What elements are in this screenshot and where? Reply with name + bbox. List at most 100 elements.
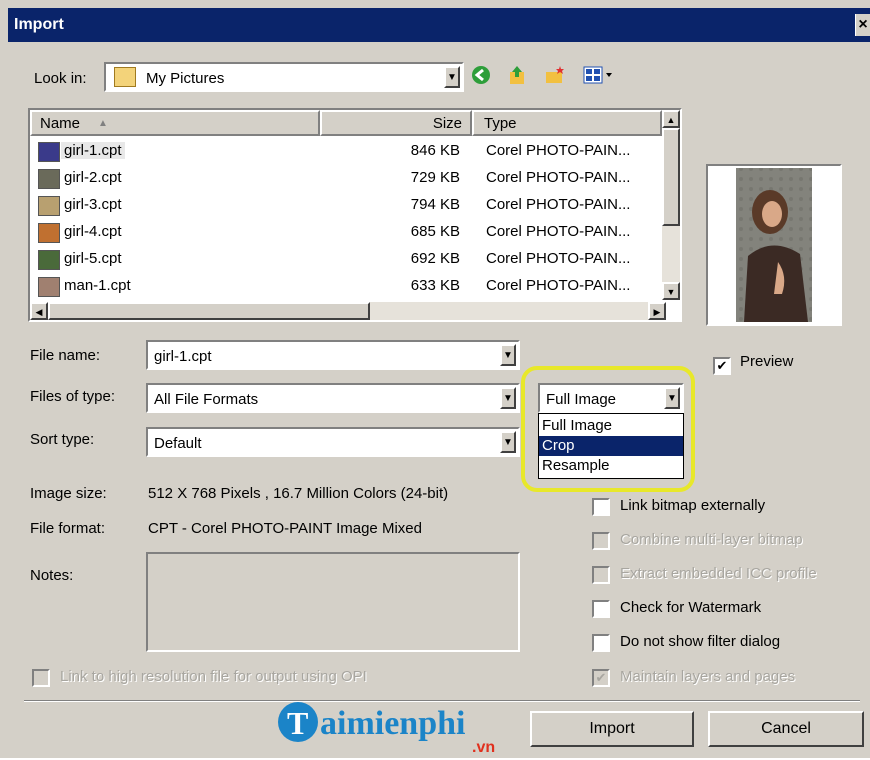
watermark-logo-tld: .vn bbox=[472, 739, 495, 756]
file-type-cell: Corel PHOTO-PAIN... bbox=[486, 169, 631, 186]
file-row-girl-3[interactable]: girl-3.cpt 794 KB Corel PHOTO-PAIN... bbox=[30, 192, 660, 219]
file-size-cell: 846 KB bbox=[410, 142, 460, 159]
combine-layers-label: Combine multi-layer bitmap bbox=[620, 531, 803, 548]
import-button[interactable]: Import bbox=[530, 711, 694, 747]
image-file-icon bbox=[38, 250, 60, 270]
image-size-label: Image size: bbox=[30, 485, 107, 502]
file-type-cell: Corel PHOTO-PAIN... bbox=[486, 142, 631, 159]
file-name-cell: girl-5.cpt bbox=[64, 250, 122, 267]
check-watermark-checkbox[interactable] bbox=[592, 600, 610, 618]
vertical-scrollbar[interactable]: ▲ ▼ bbox=[662, 110, 680, 300]
scroll-right-arrow[interactable]: ▶ bbox=[648, 302, 666, 320]
column-header-name[interactable]: Name ▲ bbox=[30, 110, 320, 136]
look-in-dropdown[interactable]: My Pictures ▼ bbox=[104, 62, 464, 92]
dialog-title: Import bbox=[14, 16, 64, 33]
file-row-girl-4[interactable]: girl-4.cpt 685 KB Corel PHOTO-PAIN... bbox=[30, 219, 660, 246]
look-in-dropdown-arrow[interactable]: ▼ bbox=[444, 66, 460, 88]
file-size-cell: 633 KB bbox=[410, 277, 460, 294]
cancel-button[interactable]: Cancel bbox=[708, 711, 864, 747]
preview-label: Preview bbox=[740, 353, 794, 370]
new-folder-icon[interactable] bbox=[544, 64, 566, 86]
import-mode-dropdown-arrow[interactable]: ▼ bbox=[664, 387, 680, 409]
image-file-icon bbox=[38, 196, 60, 216]
file-format-label: File format: bbox=[30, 520, 106, 537]
extract-icc-checkbox[interactable] bbox=[592, 566, 610, 584]
file-name-cell: man-1.cpt bbox=[64, 277, 131, 294]
file-size-cell: 685 KB bbox=[410, 223, 460, 240]
title-bar: Import × bbox=[8, 8, 870, 42]
up-folder-icon[interactable] bbox=[506, 64, 528, 86]
maintain-layers-label: Maintain layers and pages bbox=[620, 668, 796, 685]
link-opi-checkbox[interactable] bbox=[32, 669, 50, 687]
scroll-down-arrow[interactable]: ▼ bbox=[662, 282, 680, 300]
column-header-type[interactable]: Type bbox=[472, 110, 662, 136]
check-watermark-label: Check for Watermark bbox=[620, 599, 762, 616]
import-mode-list[interactable]: Full Image Crop Resample bbox=[538, 413, 684, 479]
horizontal-scrollbar[interactable]: ◀ ▶ bbox=[30, 302, 666, 320]
file-name-cell: girl-3.cpt bbox=[64, 196, 122, 213]
file-size-cell: 794 KB bbox=[410, 196, 460, 213]
sort-type-label: Sort type: bbox=[30, 431, 95, 448]
link-opi-label: Link to high resolution file for output … bbox=[60, 668, 367, 685]
vertical-scroll-thumb[interactable] bbox=[662, 128, 680, 226]
image-file-icon bbox=[38, 169, 60, 189]
look-in-label: Look in: bbox=[34, 70, 87, 87]
file-type-cell: Corel PHOTO-PAIN... bbox=[486, 223, 631, 240]
image-file-icon bbox=[38, 142, 60, 162]
extract-icc-label: Extract embedded ICC profile bbox=[620, 565, 817, 582]
files-of-type-label: Files of type: bbox=[30, 388, 116, 405]
sort-ascending-icon: ▲ bbox=[98, 118, 108, 129]
file-name-cell: girl-1.cpt bbox=[61, 142, 125, 159]
no-filter-dialog-label: Do not show filter dialog bbox=[620, 633, 781, 650]
scroll-up-arrow[interactable]: ▲ bbox=[662, 110, 680, 128]
file-name-value: girl-1.cpt bbox=[154, 348, 212, 365]
import-mode-value: Full Image bbox=[546, 391, 617, 408]
close-button[interactable]: × bbox=[855, 14, 870, 36]
file-row-girl-2[interactable]: girl-2.cpt 729 KB Corel PHOTO-PAIN... bbox=[30, 165, 660, 192]
file-row-girl-5[interactable]: girl-5.cpt 692 KB Corel PHOTO-PAIN... bbox=[30, 246, 660, 273]
preview-thumbnail-image bbox=[708, 166, 840, 324]
import-mode-option-resample[interactable]: Resample bbox=[539, 456, 683, 476]
notes-textarea[interactable] bbox=[146, 552, 520, 652]
image-size-value: 512 X 768 Pixels , 16.7 Million Colors (… bbox=[148, 485, 449, 502]
watermark-logo-initial: T bbox=[287, 705, 308, 741]
file-list[interactable]: Name ▲ Size Type girl-1.cpt 846 KB Corel… bbox=[28, 108, 682, 322]
image-file-icon bbox=[38, 223, 60, 243]
sort-type-dropdown[interactable]: Default ▼ bbox=[146, 427, 520, 457]
file-size-cell: 692 KB bbox=[410, 250, 460, 267]
sort-type-dropdown-arrow[interactable]: ▼ bbox=[500, 431, 516, 453]
file-type-cell: Corel PHOTO-PAIN... bbox=[486, 277, 631, 294]
combine-layers-checkbox[interactable] bbox=[592, 532, 610, 550]
no-filter-dialog-checkbox[interactable] bbox=[592, 634, 610, 652]
look-in-value: My Pictures bbox=[146, 70, 225, 87]
preview-checkbox[interactable]: ✔ bbox=[713, 357, 731, 375]
watermark-logo-brand: aimienphi bbox=[320, 705, 465, 742]
file-name-cell: girl-2.cpt bbox=[64, 169, 122, 186]
import-mode-option-full-image[interactable]: Full Image bbox=[539, 416, 683, 436]
import-dialog: Import × Look in: My Pictures ▼ Name ▲ S… bbox=[0, 0, 870, 758]
link-bitmap-checkbox[interactable] bbox=[592, 498, 610, 516]
column-header-size[interactable]: Size bbox=[320, 110, 472, 136]
import-mode-dropdown[interactable]: Full Image ▼ bbox=[538, 383, 684, 413]
file-row-man-1[interactable]: man-1.cpt 633 KB Corel PHOTO-PAIN... bbox=[30, 273, 660, 300]
horizontal-scroll-thumb[interactable] bbox=[48, 302, 370, 320]
files-of-type-value: All File Formats bbox=[154, 391, 259, 408]
views-menu-icon[interactable] bbox=[582, 64, 616, 86]
maintain-layers-checkbox[interactable]: ✔ bbox=[592, 669, 610, 687]
sort-type-value: Default bbox=[154, 435, 202, 452]
back-icon[interactable] bbox=[470, 64, 492, 86]
scroll-left-arrow[interactable]: ◀ bbox=[30, 302, 48, 320]
file-name-input[interactable]: girl-1.cpt ▼ bbox=[146, 340, 520, 370]
import-mode-option-crop[interactable]: Crop bbox=[539, 436, 683, 456]
files-of-type-dropdown[interactable]: All File Formats ▼ bbox=[146, 383, 520, 413]
files-of-type-dropdown-arrow[interactable]: ▼ bbox=[500, 387, 516, 409]
watermark-logo: T aimienphi .vn bbox=[276, 700, 516, 756]
file-size-cell: 729 KB bbox=[410, 169, 460, 186]
notes-label: Notes: bbox=[30, 567, 74, 584]
file-row-girl-1[interactable]: girl-1.cpt 846 KB Corel PHOTO-PAIN... bbox=[30, 138, 660, 165]
link-bitmap-label: Link bitmap externally bbox=[620, 497, 766, 514]
file-name-dropdown-arrow[interactable]: ▼ bbox=[500, 344, 516, 366]
column-header-type-label: Type bbox=[484, 115, 517, 132]
file-type-cell: Corel PHOTO-PAIN... bbox=[486, 196, 631, 213]
my-pictures-folder-icon bbox=[114, 67, 136, 87]
